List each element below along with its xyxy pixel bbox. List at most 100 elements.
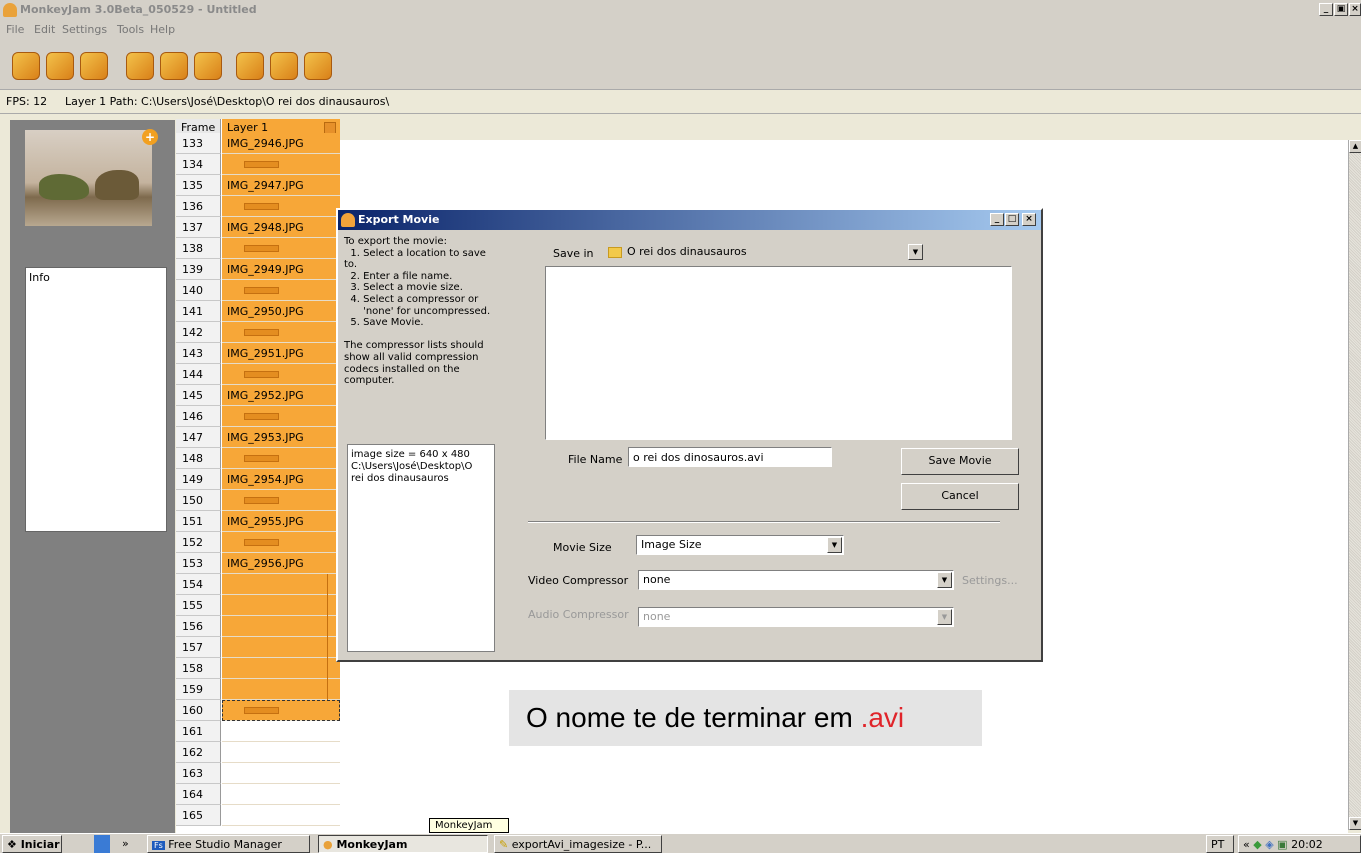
layer-cell[interactable] [222,238,340,259]
minimize-button[interactable]: _ [1319,3,1333,16]
layer-cell[interactable] [222,196,340,217]
menu-edit[interactable]: Edit [34,23,55,36]
new-project-icon[interactable] [12,52,40,80]
export-info-box: image size = 640 x 480 C:\Users\José\Des… [347,444,495,652]
hold-marker [244,413,279,420]
export-instructions: To export the movie: 1. Select a locatio… [344,236,509,387]
compressor-settings-button[interactable]: Settings... [962,574,1018,587]
layer-cell[interactable] [222,490,340,511]
layer-cell[interactable] [222,658,340,679]
video-compressor-dropdown[interactable]: none ▼ [638,570,954,590]
undo-icon[interactable] [126,52,154,80]
dialog-title: Export Movie [358,213,440,226]
language-indicator[interactable]: PT [1206,835,1234,853]
layer-cell[interactable] [222,742,340,763]
layer-cell[interactable]: IMG_2953.JPG [222,427,340,448]
start-button[interactable]: ❖ Iniciar [2,835,62,853]
layer-cell[interactable]: IMG_2954.JPG [222,469,340,490]
frame-number: 136 [176,196,221,217]
chevron-down-icon[interactable]: ▼ [937,572,952,588]
taskbar-item-export-image[interactable]: ✎ exportAvi_imagesize - P... [494,835,662,853]
restore-button[interactable]: ▣ [1334,3,1348,16]
layer-cell[interactable] [222,721,340,742]
layer-cell[interactable] [222,637,340,658]
layer-cell[interactable]: IMG_2952.JPG [222,385,340,406]
audio-compressor-dropdown[interactable]: none ▼ [638,607,954,627]
play-icon[interactable] [270,52,298,80]
layer-cell[interactable] [222,805,340,826]
menu-tools[interactable]: Tools [117,23,144,36]
quick-launch-chevron[interactable]: » [118,835,132,853]
frame-number: 151 [176,511,221,532]
layer-cell[interactable] [222,280,340,301]
hold-line [327,679,328,700]
save-movie-button[interactable]: Save Movie [901,448,1019,475]
open-project-icon[interactable] [46,52,74,80]
layer-cell[interactable] [222,154,340,175]
save-project-icon[interactable] [80,52,108,80]
tray-expand-chevron[interactable]: « [1243,838,1250,851]
file-name-field[interactable] [628,447,832,467]
layer-cell[interactable] [222,784,340,805]
start-label: Iniciar [20,838,60,851]
cancel-button[interactable]: Cancel [901,483,1019,510]
layer-cell[interactable]: IMG_2947.JPG [222,175,340,196]
network-icon[interactable]: ◆ [1253,838,1261,851]
file-list[interactable] [545,266,1012,440]
frame-number: 140 [176,280,221,301]
menu-help[interactable]: Help [150,23,175,36]
layer-cell[interactable] [222,574,340,595]
add-icon[interactable]: + [142,129,158,145]
layer-cell[interactable] [222,616,340,637]
frame-number: 144 [176,364,221,385]
export-icon[interactable] [304,52,332,80]
vertical-scrollbar[interactable]: ▲ ▼ [1348,140,1361,830]
media-player-icon[interactable] [94,835,110,853]
dialog-close-button[interactable]: × [1022,213,1036,226]
frame-number: 137 [176,217,221,238]
layer-cell[interactable] [222,595,340,616]
sync-icon[interactable]: ◈ [1265,838,1273,851]
layer-cell[interactable]: IMG_2955.JPG [222,511,340,532]
timeline-grid[interactable]: Frame Layer 1 133 IMG_2946.JPG 134 135 IMG_2… [176,119,340,833]
layer-cell[interactable]: IMG_2956.JPG [222,553,340,574]
layer-cell[interactable] [222,364,340,385]
layer-cell[interactable]: IMG_2950.JPG [222,301,340,322]
app-title: MonkeyJam 3.0Beta_050529 - Untitled [20,3,257,16]
scroll-up-icon[interactable]: ▲ [1349,140,1361,153]
frame-preview-image[interactable]: + [25,129,158,226]
layer-cell[interactable] [222,448,340,469]
dialog-minimize-button[interactable]: _ [990,213,1004,226]
capture-icon[interactable] [236,52,264,80]
chevron-down-icon[interactable]: ▼ [937,609,952,625]
frame-count-icon[interactable] [194,52,222,80]
frame-number: 152 [176,532,221,553]
frame-number: 161 [176,721,221,742]
paint-icon: ✎ [499,838,509,851]
layer-cell[interactable]: IMG_2949.JPG [222,259,340,280]
layer-cell[interactable]: IMG_2951.JPG [222,343,340,364]
update-icon[interactable]: ▣ [1277,838,1287,851]
layer-cell[interactable]: IMG_2948.JPG [222,217,340,238]
dialog-maximize-button[interactable]: □ [1005,213,1019,226]
save-in-dropdown[interactable]: O rei dos dinausauros ▼ [604,243,924,263]
taskbar-item-monkeyjam[interactable]: ● MonkeyJam [318,835,488,853]
menu-settings[interactable]: Settings [62,23,107,36]
layer-cell[interactable] [222,763,340,784]
layer-cell[interactable] [222,406,340,427]
taskbar-item-free-studio[interactable]: Fs Free Studio Manager [147,835,310,853]
scroll-down-icon[interactable]: ▼ [1349,817,1361,830]
layer-cell[interactable] [222,532,340,553]
dialog-title-bar: Export Movie _ □ × [338,210,1041,230]
menu-file[interactable]: File [6,23,24,36]
chevron-down-icon[interactable]: ▼ [827,537,842,553]
layer-cell[interactable] [222,679,340,700]
chevron-down-icon[interactable]: ▼ [908,244,923,260]
layer-cell[interactable]: IMG_2946.JPG [222,133,340,154]
redo-icon[interactable] [160,52,188,80]
layer-cell[interactable] [222,322,340,343]
folder-icon [608,246,622,258]
close-button[interactable]: × [1349,3,1361,16]
hold-marker [244,329,279,336]
movie-size-dropdown[interactable]: Image Size ▼ [636,535,844,555]
